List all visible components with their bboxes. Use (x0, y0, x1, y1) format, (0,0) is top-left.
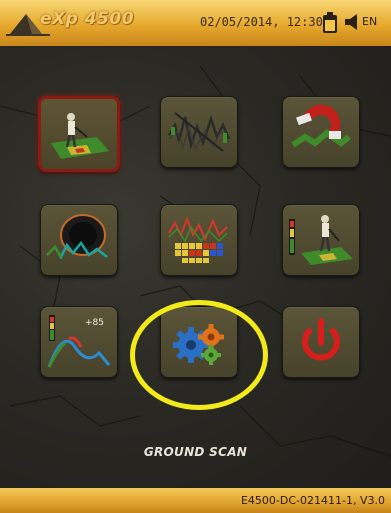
tile-signal-meter[interactable]: +85 (40, 306, 118, 378)
tile-settings[interactable] (160, 306, 238, 378)
battery-icon (323, 12, 337, 33)
language-indicator[interactable]: EN (362, 15, 377, 28)
product-logo-text: eXp 4500 (40, 9, 135, 29)
tile-mineral-analysis[interactable] (160, 204, 238, 276)
main-menu-area: +85 GROUND SCAN (0, 46, 391, 488)
firmware-version: E4500-DC-021411-1, V3.0 (240, 494, 385, 507)
datetime-display: 02/05/2014, 12:30 (200, 15, 323, 29)
header-bar: eXp 4500 02/05/2014, 12:30 EN (0, 0, 391, 47)
signal-meter-icon: +85 (47, 315, 111, 368)
gears-icon (173, 324, 224, 365)
tile-power[interactable] (282, 306, 360, 378)
footer-bar: E4500-DC-021411-1, V3.0 (0, 488, 391, 513)
tile-cavity-detection[interactable] (40, 204, 118, 276)
tile-magnetometer-graph[interactable] (160, 96, 238, 168)
ground-scan-icon (51, 113, 109, 159)
signal-waveform-icon (167, 112, 231, 152)
selected-mode-caption: GROUND SCAN (143, 445, 248, 459)
tile-magnetometer[interactable] (282, 96, 360, 168)
tile-live-scan[interactable] (282, 204, 360, 276)
magnet-icon (291, 104, 351, 148)
speaker-icon[interactable] (345, 14, 359, 30)
tile-ground-scan[interactable] (38, 96, 120, 172)
cavity-icon (46, 214, 108, 260)
meter-value-label: +85 (85, 318, 104, 328)
periodic-table-icon (168, 216, 228, 263)
power-icon (302, 318, 340, 361)
operator-scan-icon (289, 215, 353, 265)
